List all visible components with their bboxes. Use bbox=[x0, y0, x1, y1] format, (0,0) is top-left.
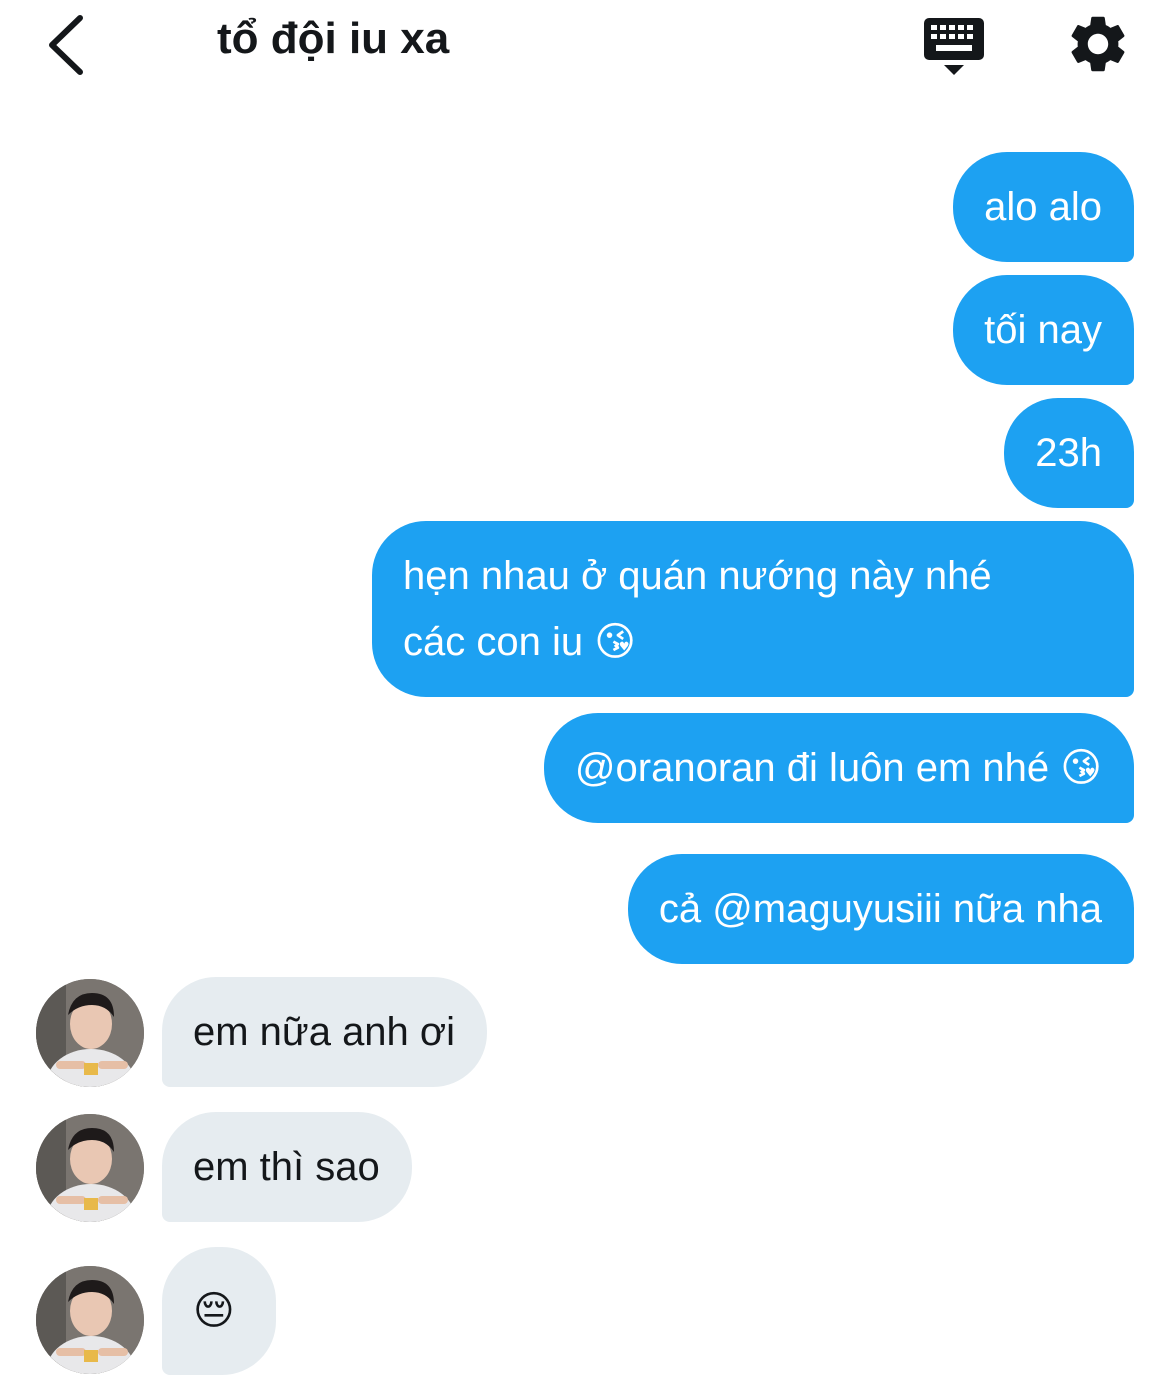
keyboard-toggle-button[interactable] bbox=[918, 14, 990, 78]
message-bubble-sent[interactable]: hẹn nhau ở quán nướng này nhé các con iu… bbox=[372, 521, 1134, 697]
message-bubble-sent[interactable]: 23h bbox=[1004, 398, 1134, 508]
message-bubble-sent[interactable]: cả @maguyusiii nữa nha bbox=[627, 854, 1134, 964]
message-bubble-received[interactable]: em nữa anh ơi bbox=[162, 977, 488, 1087]
conversation-title[interactable]: tổ đội iu xa bbox=[217, 14, 449, 64]
avatar[interactable] bbox=[36, 1114, 144, 1222]
chat-header: tổ đội iu xa bbox=[0, 0, 1170, 95]
message-text: cả @maguyusiii nữa nha bbox=[658, 887, 1102, 931]
message-bubble-received[interactable]: 😔 bbox=[162, 1247, 276, 1375]
message-text: em nữa anh ơi bbox=[193, 1010, 456, 1054]
message-bubble-sent[interactable]: @oranoran đi luôn em nhé 😘 bbox=[543, 713, 1134, 823]
message-text-line: các con iu 😘 bbox=[403, 609, 1102, 675]
avatar-photo bbox=[36, 979, 144, 1087]
message-text: các con iu bbox=[403, 620, 584, 664]
message-text: em thì sao bbox=[193, 1145, 380, 1189]
avatar[interactable] bbox=[36, 1266, 144, 1374]
message-bubble-sent[interactable]: tối nay bbox=[953, 275, 1134, 385]
message-text: @oranoran đi luôn em nhé bbox=[574, 746, 1050, 790]
message-bubble-sent[interactable]: alo alo bbox=[953, 152, 1134, 262]
avatar[interactable] bbox=[36, 979, 144, 1087]
kissing-face-emoji: 😘 bbox=[594, 619, 636, 665]
message-bubble-received[interactable]: em thì sao bbox=[162, 1112, 412, 1222]
message-text: 23h bbox=[1035, 431, 1102, 475]
avatar-photo bbox=[36, 1114, 144, 1222]
chevron-left-icon bbox=[49, 15, 83, 75]
back-button[interactable] bbox=[40, 12, 100, 78]
settings-button[interactable] bbox=[1064, 10, 1132, 78]
keyboard-icon bbox=[924, 18, 984, 75]
avatar-photo bbox=[36, 1266, 144, 1374]
pensive-face-emoji: 😔 bbox=[193, 1288, 235, 1334]
message-text: alo alo bbox=[984, 185, 1102, 229]
message-text-line: hẹn nhau ở quán nướng này nhé bbox=[403, 554, 992, 598]
message-text: tối nay bbox=[984, 308, 1102, 352]
kissing-face-emoji: 😘 bbox=[1060, 745, 1102, 791]
gear-icon bbox=[1071, 16, 1125, 72]
